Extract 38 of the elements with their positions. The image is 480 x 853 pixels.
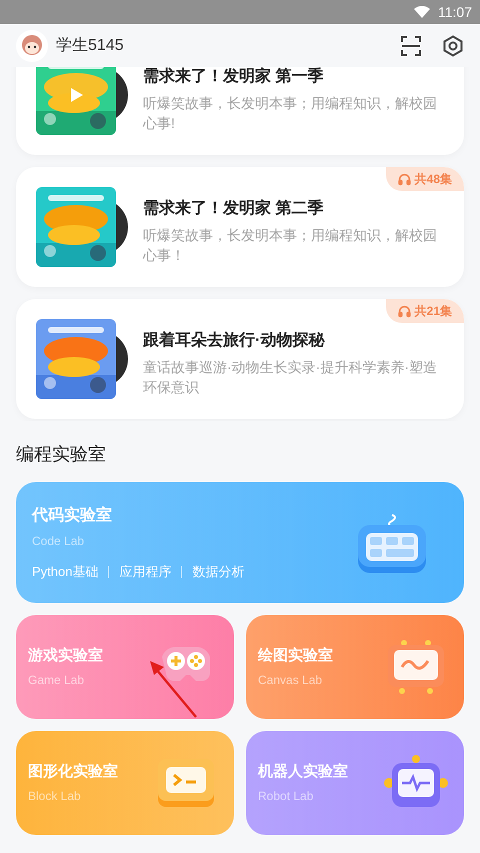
course-card[interactable]: 共48集 需求来了！发明家 第二季 听爆笑故事，长发明本事；用编程知识，解校园心事！ [16,167,464,287]
scan-icon[interactable] [400,34,422,56]
course-description: 听爆笑故事，长发明本事；用编程知识，解校园心事！ [143,226,438,265]
code-lab-card[interactable]: 代码实验室 Code Lab Python基础 应用程序 数据分析 [16,482,464,603]
lab-subtitle: Robot Lab [258,788,314,806]
episode-badge: 共48集 [386,167,464,191]
lab-title: 绘图实验室 [258,646,333,666]
lab-subtitle: Canvas Lab [258,672,324,690]
lab-title: 机器人实验室 [258,762,348,782]
lab-subtitle: Code Lab [32,532,86,550]
section-title: 编程实验室 [16,443,107,466]
course-title: 需求来了！发明家 第二季 [143,198,324,219]
course-card[interactable]: 需求来了！发明家 第一季 听爆笑故事，长发明本事；用编程知识，解校园心事! [16,67,464,155]
lab-title: 图形化实验室 [28,762,118,782]
lab-title: 代码实验室 [32,505,113,526]
course-card[interactable]: 共21集 跟着耳朵去旅行·动物探秘 童话故事巡游·动物生长实录·提升科学素养·塑造环保意识 [16,299,464,419]
course-title: 需求来了！发明家 第一季 [143,67,324,87]
episode-badge: 共21集 [386,299,464,323]
lab-card[interactable]: 游戏实验室 Game Lab [16,615,234,719]
lab-tag[interactable]: 数据分析 [192,562,244,582]
lab-card[interactable]: 绘图实验室 Canvas Lab [246,615,464,719]
lab-tag[interactable]: 应用程序 [119,562,172,582]
course-description: 听爆笑故事，长发明本事；用编程知识，解校园心事! [143,94,438,133]
lab-title: 游戏实验室 [28,646,103,666]
wifi-icon [414,6,430,18]
lab-subtitle: Block Lab [28,788,82,806]
avatar[interactable] [16,30,48,62]
lab-card[interactable]: 机器人实验室 Robot Lab [246,731,464,835]
settings-icon[interactable] [442,34,464,56]
lab-tag[interactable]: Python基础 [32,562,98,582]
lab-card[interactable]: 图形化实验室 Block Lab [16,731,234,835]
user-name: 学生5145 [56,36,124,56]
headphones-icon [398,172,411,186]
course-title: 跟着耳朵去旅行·动物探秘 [143,330,326,351]
course-description: 童话故事巡游·动物生长实录·提升科学素养·塑造环保意识 [143,358,438,397]
headphones-icon [398,304,411,318]
status-time: 11:07 [438,2,472,22]
lab-subtitle: Game Lab [28,672,86,690]
